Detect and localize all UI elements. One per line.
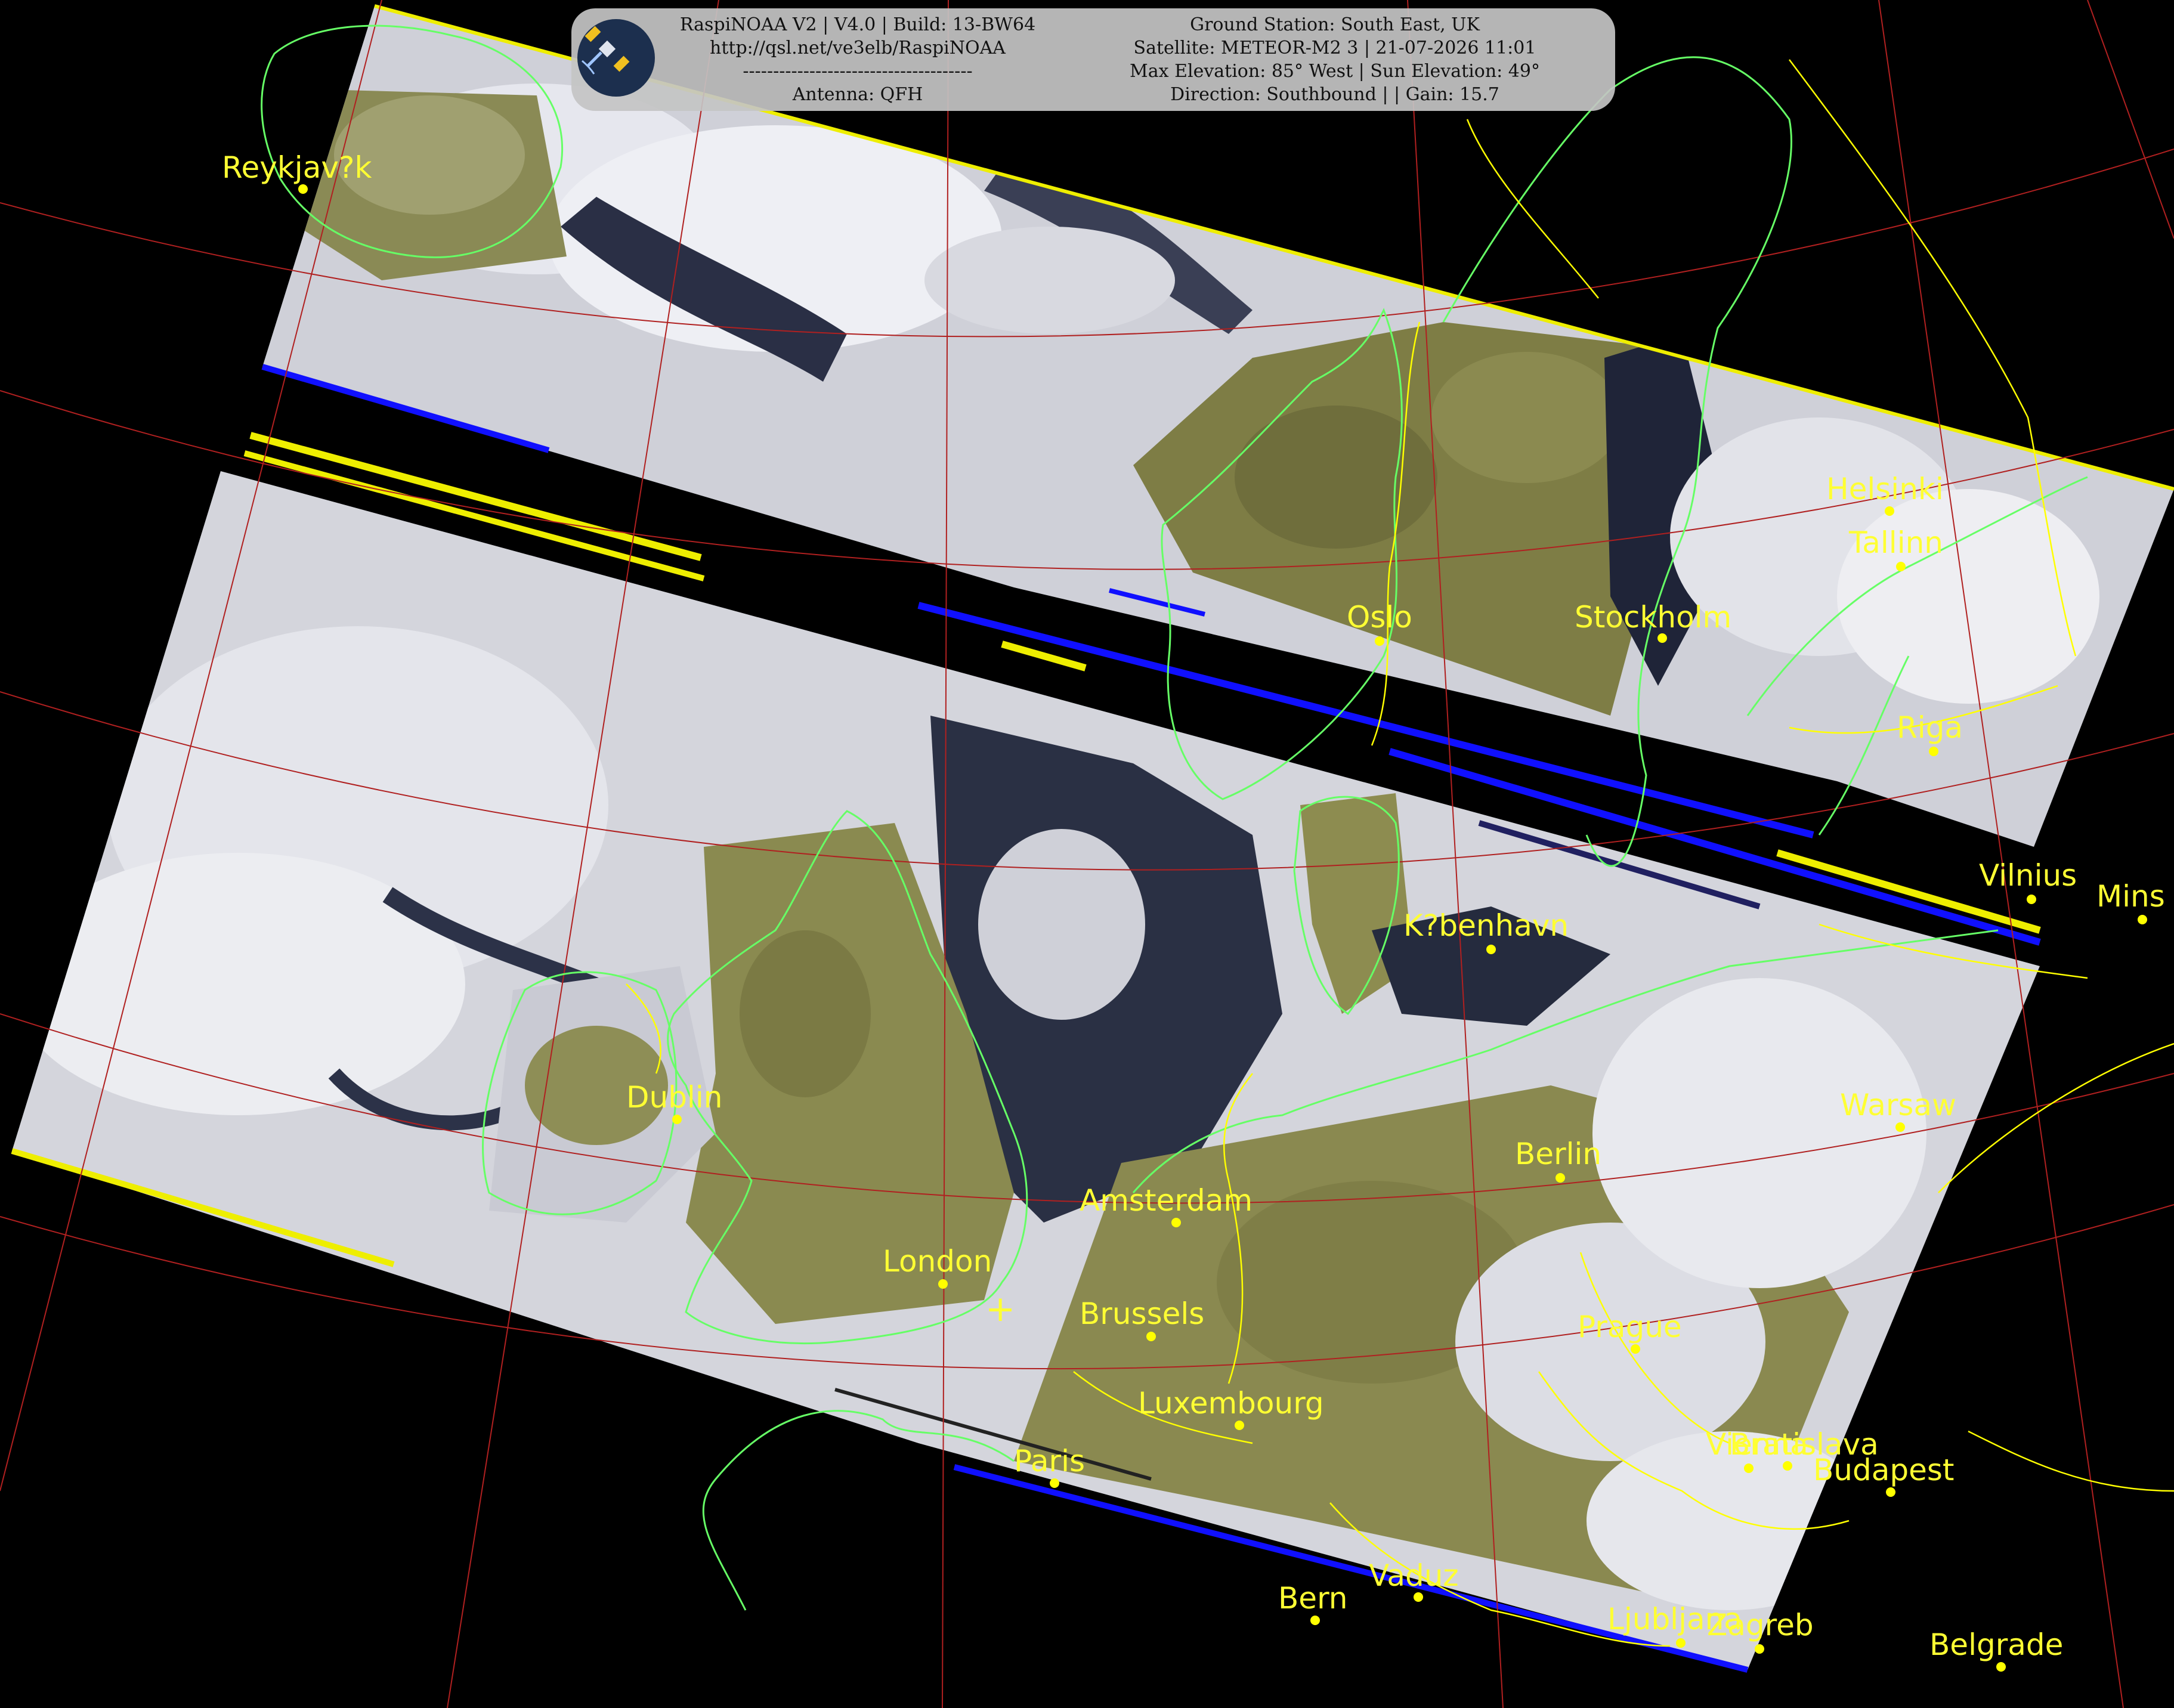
city-label-tallinn: Tallinn <box>1849 525 1943 560</box>
header-left-column: RaspiNOAA V2 | V4.0 | Build: 13-BW64 htt… <box>673 13 1043 106</box>
city-label-stockholm: Stockholm <box>1575 600 1732 635</box>
city-dot-paris <box>1050 1478 1059 1488</box>
city-label-vilnius: Vilnius <box>1979 858 2077 893</box>
city-label-belgrade: Belgrade <box>1929 1627 2064 1662</box>
city-dot-stockholm <box>1657 633 1667 643</box>
city-label-oslo: Oslo <box>1347 600 1412 635</box>
city-dot-oslo <box>1375 636 1384 646</box>
city-dot-ljubljana <box>1676 1638 1686 1648</box>
satellite-map: RaspiNOAA V2 | V4.0 | Build: 13-BW64 htt… <box>0 0 2174 1708</box>
city-dot-bern <box>1310 1616 1320 1625</box>
city-label-bern: Bern <box>1278 1581 1348 1616</box>
city-label-zagreb: Zagreb <box>1707 1608 1814 1642</box>
city-label-vaduz: Vaduz <box>1369 1558 1459 1593</box>
city-label-reykjavik: Reykjav?k <box>222 150 372 185</box>
city-dot-riga <box>1929 747 1938 756</box>
city-label-london: London <box>883 1244 992 1279</box>
city-label-budapest: Budapest <box>1813 1453 1955 1487</box>
city-label-minsk: Mins <box>2096 879 2165 914</box>
city-dot-tallinn <box>1896 562 1906 571</box>
city-label-dublin: Dublin <box>626 1080 723 1115</box>
city-dot-budapest <box>1886 1487 1895 1497</box>
city-label-riga: Riga <box>1897 710 1963 745</box>
city-dot-helsinki <box>1885 506 1894 516</box>
city-dot-vienna <box>1744 1463 1754 1473</box>
header-satellite-line: Satellite: METEOR-M2 3 | 21-07-2026 11:0… <box>1133 38 1536 58</box>
header-direction-line: Direction: Southbound | | Gain: 15.7 <box>1170 84 1499 105</box>
raspinoaa-logo <box>577 19 655 97</box>
satellite-icon <box>582 26 630 75</box>
city-dot-zagreb <box>1755 1644 1764 1654</box>
city-dot-vaduz <box>1414 1592 1423 1602</box>
city-dot-reykjavik <box>298 184 308 194</box>
city-label-warsaw: Warsaw <box>1840 1088 1957 1122</box>
header-separator-line: -------------------------------------- <box>743 61 973 82</box>
city-label-kobenhavn: K?benhavn <box>1403 908 1569 943</box>
city-dot-warsaw <box>1895 1122 1905 1132</box>
city-label-brussels: Brussels <box>1080 1297 1205 1331</box>
city-label-paris: Paris <box>1014 1444 1086 1478</box>
city-dot-vilnius <box>2027 895 2036 904</box>
city-dot-minsk <box>2138 915 2147 924</box>
city-label-amsterdam: Amsterdam <box>1080 1183 1253 1218</box>
city-label-luxembourg: Luxembourg <box>1138 1386 1324 1421</box>
city-label-berlin: Berlin <box>1515 1137 1602 1171</box>
ground-station-marker: + <box>985 1288 1016 1330</box>
city-dot-amsterdam <box>1171 1218 1181 1227</box>
city-label-prague: Prague <box>1578 1310 1682 1344</box>
city-dot-luxembourg <box>1235 1421 1244 1430</box>
header-build-line: RaspiNOAA V2 | V4.0 | Build: 13-BW64 <box>679 14 1036 35</box>
city-dot-dublin <box>672 1115 682 1124</box>
header-elevation-line: Max Elevation: 85° West | Sun Elevation:… <box>1130 61 1540 82</box>
city-label-helsinki: Helsinki <box>1826 472 1944 506</box>
header-antenna-line: Antenna: QFH <box>792 84 923 105</box>
city-dot-prague <box>1631 1344 1640 1354</box>
header-station-line: Ground Station: South East, UK <box>1190 14 1480 35</box>
city-dot-london <box>938 1279 948 1289</box>
city-dot-belgrade <box>1996 1662 2006 1672</box>
header-right-column: Ground Station: South East, UK Satellite… <box>1072 13 1597 106</box>
pass-info-panel: RaspiNOAA V2 | V4.0 | Build: 13-BW64 htt… <box>571 8 1615 111</box>
city-dot-kobenhavn <box>1486 945 1496 954</box>
city-dot-berlin <box>1555 1173 1565 1183</box>
header-url-line: http://qsl.net/ve3elb/RaspiNOAA <box>710 38 1006 58</box>
city-dot-bratislava <box>1783 1461 1792 1471</box>
city-dot-brussels <box>1146 1332 1156 1341</box>
